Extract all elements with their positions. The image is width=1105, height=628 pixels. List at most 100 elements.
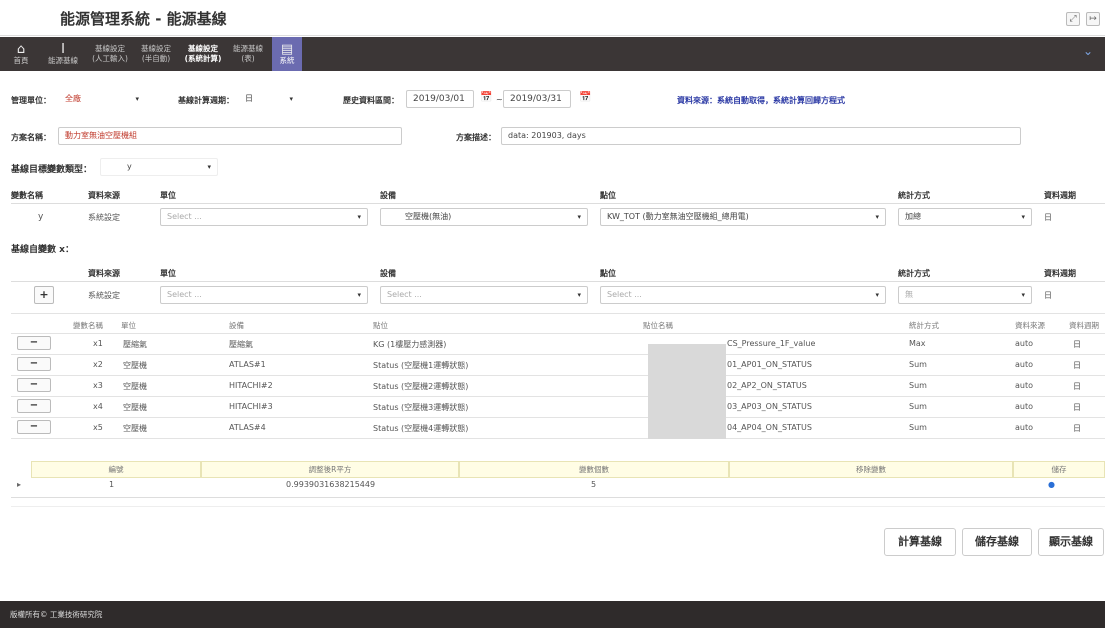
col-unit: 單位 xyxy=(160,269,176,278)
grid-cell-cycle: 日 xyxy=(1073,424,1081,433)
grid-cell-device: HITACHI#3 xyxy=(229,402,273,411)
nav-system[interactable]: ▤ 系統 xyxy=(272,37,302,71)
grid-cell-cycle: 日 xyxy=(1073,382,1081,391)
scheme-desc-input[interactable]: data: 201903, days xyxy=(501,127,1021,145)
indep-unit-select[interactable]: Select ... ▾ xyxy=(160,286,368,304)
grid-cell-pname: CS_Pressure_1F_value xyxy=(727,339,816,348)
target-stat-select[interactable]: 加總 ▾ xyxy=(898,208,1032,226)
grid-cell-point: Status (空壓機1運轉狀態) xyxy=(373,361,469,370)
grid-cell-cycle: 日 xyxy=(1073,361,1081,370)
row-divider xyxy=(11,396,1105,397)
res-col-save: 儲存 xyxy=(1013,461,1105,478)
marker-icon: I xyxy=(61,42,65,57)
grid-cell-var: x4 xyxy=(93,402,103,411)
chevron-down-icon: ▾ xyxy=(357,213,361,221)
chevron-down-icon: ▾ xyxy=(577,213,581,221)
indep-device-select[interactable]: Select ... ▾ xyxy=(380,286,588,304)
grid-col-stat: 統計方式 xyxy=(909,321,939,330)
source-note: 資料來源：系統自動取得，系統計算回歸方程式 xyxy=(677,96,845,105)
res-col-id: 編號 xyxy=(31,461,201,478)
unit-select[interactable]: 全廠 ▾ xyxy=(58,90,146,108)
grid-cell-device: 壓縮氣 xyxy=(229,340,253,349)
scheme-name-input[interactable]: 動力室無油空壓機組 xyxy=(58,127,402,145)
save-baseline-button[interactable]: 儲存基線 xyxy=(962,528,1032,556)
save-radio[interactable]: ● xyxy=(1048,480,1055,489)
remove-variable-button[interactable]: − xyxy=(17,378,51,392)
nav-manual[interactable]: 基線設定 (人工輸入) xyxy=(88,37,132,71)
fullscreen-icon[interactable]: ⤢ xyxy=(1066,12,1080,26)
col-device: 設備 xyxy=(380,191,396,200)
chevron-down-icon: ▾ xyxy=(577,291,581,299)
add-variable-button[interactable]: + xyxy=(34,286,54,304)
grid-cell-src: auto xyxy=(1015,360,1034,369)
chevron-down-icon: ▾ xyxy=(207,163,211,171)
col-point: 點位 xyxy=(600,269,616,278)
grid-cell-src: auto xyxy=(1015,381,1034,390)
nav-home[interactable]: ⌂ 首頁 xyxy=(8,37,34,71)
grid-cell-unit: 空壓機 xyxy=(123,424,147,433)
res-id: 1 xyxy=(109,480,115,489)
grid-cell-pname: 02_AP2_ON_STATUS xyxy=(727,381,807,390)
chevron-down-icon[interactable]: ⌄ xyxy=(1083,44,1093,58)
footer-copyright: 版權所有© 工業技術研究院 xyxy=(10,610,103,619)
col-var-name: 變數名稱 xyxy=(11,191,43,200)
target-point-select[interactable]: KW_TOT (動力室無油空壓機組_總用電) ▾ xyxy=(600,208,886,226)
grid-cell-unit: 空壓機 xyxy=(123,361,147,370)
chevron-down-icon: ▾ xyxy=(875,213,879,221)
nav-semi-auto[interactable]: 基線設定 (半自動) xyxy=(134,37,178,71)
target-unit-select[interactable]: Select ... ▾ xyxy=(160,208,368,226)
remove-variable-button[interactable]: − xyxy=(17,336,51,350)
divider xyxy=(11,281,1105,282)
grid-cell-point: Status (空壓機2運轉狀態) xyxy=(373,382,469,391)
remove-variable-button[interactable]: − xyxy=(17,357,51,371)
grid-cell-var: x3 xyxy=(93,381,103,390)
target-device-select[interactable]: 空壓機(無油) ▾ xyxy=(380,208,588,226)
grid-cell-unit: 壓縮氣 xyxy=(123,340,147,349)
col-source: 資料來源 xyxy=(88,191,120,200)
remove-variable-button[interactable]: − xyxy=(17,420,51,434)
start-date-input[interactable]: 2019/03/01 xyxy=(406,90,474,108)
grid-col-cycle: 資料週期 xyxy=(1069,321,1099,330)
range-separator: ~ xyxy=(496,95,503,104)
period-select[interactable]: 日 ▾ xyxy=(238,90,300,108)
grid-cell-pname: 04_AP04_ON_STATUS xyxy=(727,423,812,432)
divider xyxy=(11,203,1105,204)
show-baseline-button[interactable]: 顯示基線 xyxy=(1038,528,1104,556)
col-source: 資料來源 xyxy=(88,269,120,278)
grid-cell-src: auto xyxy=(1015,402,1034,411)
grid-cell-device: ATLAS#4 xyxy=(229,423,266,432)
grid-col-device: 設備 xyxy=(229,321,244,330)
grid-col-src: 資料來源 xyxy=(1015,321,1045,330)
nav-system-calc[interactable]: 基線設定 (系統計算) xyxy=(180,37,226,71)
indep-point-select[interactable]: Select ... ▾ xyxy=(600,286,886,304)
nav-energy-baseline[interactable]: I 能源基線 xyxy=(40,37,86,71)
logout-icon[interactable]: ↦ xyxy=(1086,12,1100,26)
scheme-desc-label: 方案描述： xyxy=(456,133,496,142)
grid-cell-var: x5 xyxy=(93,423,103,432)
divider xyxy=(11,506,1105,507)
col-cycle: 資料週期 xyxy=(1044,191,1076,200)
target-source: 系統設定 xyxy=(88,213,120,222)
res-count: 5 xyxy=(591,480,597,489)
end-date-input[interactable]: 2019/03/31 xyxy=(503,90,571,108)
target-type-select[interactable]: y ▾ xyxy=(100,158,218,176)
target-type-label: 基線目標變數類型： xyxy=(11,165,93,175)
res-col-r2: 調整後R平方 xyxy=(201,461,459,478)
nav-baseline-table[interactable]: 能源基線 (表) xyxy=(228,37,268,71)
grid-cell-stat: Sum xyxy=(909,423,927,432)
calc-baseline-button[interactable]: 計算基線 xyxy=(884,528,956,556)
chevron-down-icon: ▾ xyxy=(135,95,139,103)
chevron-down-icon: ▾ xyxy=(289,95,293,103)
indep-stat-select[interactable]: 無 ▾ xyxy=(898,286,1032,304)
col-stat: 統計方式 xyxy=(898,269,930,278)
grid-cell-src: auto xyxy=(1015,423,1034,432)
indep-cycle: 日 xyxy=(1044,291,1052,300)
col-unit: 單位 xyxy=(160,191,176,200)
col-point: 點位 xyxy=(600,191,616,200)
remove-variable-button[interactable]: − xyxy=(17,399,51,413)
calendar-icon[interactable]: 📅 xyxy=(480,92,492,103)
col-stat: 統計方式 xyxy=(898,191,930,200)
res-r2: 0.9939031638215449 xyxy=(286,480,376,489)
calendar-icon[interactable]: 📅 xyxy=(579,92,591,103)
indep-source: 系統設定 xyxy=(88,291,120,300)
